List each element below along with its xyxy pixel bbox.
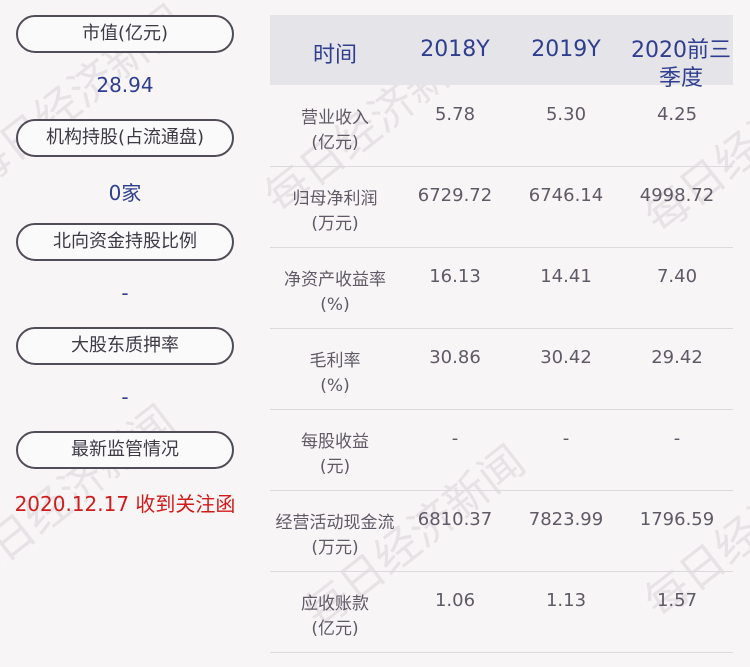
cell-2020q3: 7.40 [656, 266, 698, 287]
cell-2018: 5.78 [434, 104, 476, 125]
row-label-unit: (亿元) [311, 619, 359, 639]
cell-2018: 6729.72 [417, 185, 493, 206]
table-row: 营业收入 (亿元) 5.78 5.30 4.25 [270, 85, 733, 167]
cell-2019: 5.30 [545, 104, 587, 125]
row-label-name: 毛利率 [309, 351, 361, 371]
table-row: 经营活动现金流 (万元) 6810.37 7823.99 1796.59 [270, 490, 733, 572]
cell-2018: 30.86 [429, 347, 481, 368]
row-label: 每股收益 (元) [270, 430, 400, 480]
cell-2020q3: 29.42 [651, 347, 703, 368]
row-label-unit: (万元) [311, 214, 359, 234]
table-row: 归母净利润 (万元) 6729.72 6746.14 4998.72 [270, 166, 733, 248]
table-header: 时间 2018Y 2019Y 2020前三季度 [270, 15, 733, 91]
institution-holding-value: 0家 [108, 181, 142, 205]
header-2019: 2019Y [531, 37, 601, 62]
row-label-unit: (%) [320, 376, 350, 396]
row-label-unit: (元) [319, 457, 351, 477]
cell-2020q3: 4998.72 [639, 185, 715, 206]
row-label-name: 每股收益 [301, 432, 369, 452]
table-row: 每股收益 (元) - - - [270, 409, 733, 491]
cell-2019: 30.42 [540, 347, 592, 368]
table-row: 净资产收益率 (%) 16.13 14.41 7.40 [270, 247, 733, 329]
cell-2019: - [562, 428, 570, 449]
cell-2018: 6810.37 [417, 509, 493, 530]
market-cap-value: 28.94 [96, 73, 154, 97]
cell-2020q3: - [673, 428, 681, 449]
northbound-holding-value: - [121, 281, 129, 305]
row-label: 毛利率 (%) [270, 349, 400, 399]
market-cap-label: 市值(亿元) [16, 15, 234, 53]
header-2018: 2018Y [420, 37, 490, 62]
row-label-name: 经营活动现金流 [275, 513, 395, 533]
row-label: 营业收入 (亿元) [270, 106, 400, 156]
cell-2020q3: 1796.59 [639, 509, 715, 530]
row-label: 经营活动现金流 (万元) [270, 511, 400, 561]
cell-2019: 6746.14 [528, 185, 604, 206]
row-label-unit: (万元) [311, 538, 359, 558]
row-label-unit: (亿元) [311, 133, 359, 153]
pledge-ratio-value: - [121, 385, 129, 409]
regulation-status-value: 2020.12.17 收到关注函 [14, 492, 236, 516]
table-row: 应收账款 (亿元) 1.06 1.13 1.57 [270, 571, 733, 653]
cell-2020q3: 4.25 [656, 104, 698, 125]
pledge-ratio-label: 大股东质押率 [16, 327, 234, 365]
cell-2019: 14.41 [540, 266, 592, 287]
cell-2018: 16.13 [429, 266, 481, 287]
cell-2018: - [451, 428, 459, 449]
row-label: 归母净利润 (万元) [270, 187, 400, 237]
cell-2019: 1.13 [545, 590, 587, 611]
cell-2019: 7823.99 [528, 509, 604, 530]
table-row: 毛利率 (%) 30.86 30.42 29.42 [270, 328, 733, 410]
cell-2020q3: 1.57 [656, 590, 698, 611]
row-label-unit: (%) [320, 295, 350, 315]
institution-holding-label: 机构持股(占流通盘) [16, 119, 234, 157]
row-label-name: 净资产收益率 [284, 270, 386, 290]
row-label-name: 营业收入 [301, 108, 369, 128]
header-time: 时间 [312, 43, 357, 68]
row-label-name: 归母净利润 [292, 189, 378, 209]
row-label: 应收账款 (亿元) [270, 592, 400, 642]
regulation-status-label: 最新监管情况 [16, 431, 234, 469]
cell-2018: 1.06 [434, 590, 476, 611]
row-label: 净资产收益率 (%) [270, 268, 400, 318]
northbound-holding-label: 北向资金持股比例 [16, 223, 234, 261]
row-label-name: 应收账款 [301, 594, 369, 614]
